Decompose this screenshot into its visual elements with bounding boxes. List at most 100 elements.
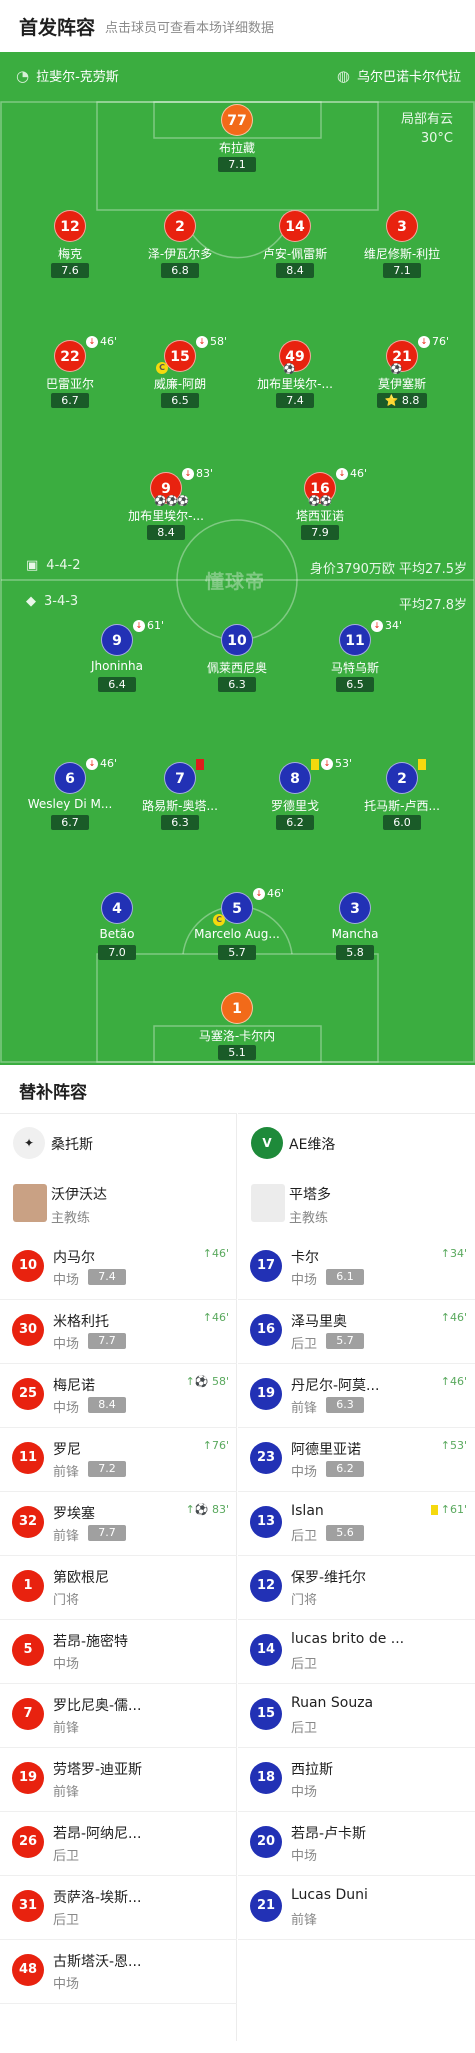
player-number: 10: [221, 624, 253, 656]
sub-player-row[interactable]: 20 若昂-卢卡斯 中场: [238, 1812, 475, 1876]
sub-player-rating: 7.2: [88, 1461, 126, 1477]
sub-player-name: 古斯塔沃-恩...: [53, 1954, 142, 1970]
sub-player-position: 前锋: [53, 1465, 80, 1480]
player-name: 加布里埃尔-...: [128, 509, 204, 523]
sub-in-minute: ↑46': [440, 1311, 467, 1324]
sub-player-name: 若昂-卢卡斯: [291, 1826, 367, 1842]
sub-player-name: 阿德里亚诺: [291, 1442, 361, 1458]
player-marker[interactable]: 16 塔西亚诺 7.9 ↓ 46' ⚽⚽: [250, 467, 390, 562]
sub-player-row[interactable]: 30 米格利托 中场 7.7 ↑46': [0, 1300, 237, 1364]
sub-player-position: 中场: [53, 1337, 80, 1352]
player-marker[interactable]: 1 马塞洛-卡尔内 5.1: [167, 992, 307, 1065]
sub-player-position: 门将: [53, 1593, 80, 1608]
subs-title: 替补阵容: [19, 1083, 87, 1103]
player-marker[interactable]: 77 布拉藏 7.1: [167, 104, 307, 194]
home-team-row[interactable]: ✦ 桑托斯: [0, 1114, 237, 1172]
sub-player-row[interactable]: 32 罗埃塞 前锋 7.7 ↑⚽ 83': [0, 1492, 237, 1556]
player-rating: 7.9: [301, 525, 339, 540]
captain-icon: C: [213, 914, 225, 926]
sub-player-row[interactable]: 18 西拉斯 中场: [238, 1748, 475, 1812]
sub-player-number: 18: [250, 1762, 282, 1794]
sub-player-row[interactable]: 12 保罗-维托尔 门将: [238, 1556, 475, 1620]
substitution-marker: ↓ 46': [336, 467, 367, 480]
home-formation-text: 4-4-2: [46, 558, 81, 573]
player-number: 77: [221, 104, 253, 136]
sub-arrow-icon: ↓: [418, 336, 430, 348]
away-team-name: 乌尔巴诺卡尔代拉: [356, 70, 461, 85]
sub-player-row[interactable]: 1 第欧根尼 门将: [0, 1556, 237, 1620]
player-rating: 7.6: [51, 263, 89, 278]
player-number: 2: [164, 210, 196, 242]
away-team-row[interactable]: V AE维洛: [238, 1114, 475, 1172]
sub-arrow-icon: ↓: [371, 620, 383, 632]
player-name: 布拉藏: [218, 141, 255, 155]
player-marker[interactable]: 9 Jhoninha 6.4 ↓ 61': [47, 619, 187, 714]
player-marker[interactable]: 21 莫伊塞斯 ⭐ 8.8 ↓ 76' ⚽: [332, 335, 472, 430]
player-marker[interactable]: 3 Mancha 5.8: [285, 892, 425, 982]
watermark-logo: 懂球帝: [205, 571, 266, 593]
sub-player-name: 西拉斯: [291, 1762, 333, 1778]
player-marker[interactable]: 3 维尼修斯-利拉 7.1: [332, 210, 472, 300]
player-rating: 5.1: [218, 1045, 256, 1060]
sub-player-row[interactable]: 5 若昂-施密特 中场: [0, 1620, 237, 1684]
sub-player-row[interactable]: 15 Ruan Souza 后卫: [238, 1684, 475, 1748]
home-coach[interactable]: 沃伊沃达 主教练: [0, 1176, 237, 1236]
away-subs-column: V AE维洛 平塔多 主教练 17 卡尔 中场 6.1 ↑34' 16 泽马里奥 后卫 5.7 ↑…: [238, 1113, 475, 2041]
sub-player-number: 17: [250, 1250, 282, 1282]
player-number: 5: [221, 892, 253, 924]
sub-player-name: 梅尼诺: [53, 1378, 95, 1394]
sub-in-minute: ↑53': [440, 1439, 467, 1452]
sub-player-row[interactable]: 26 若昂-阿纳尼... 后卫: [0, 1812, 237, 1876]
player-number: 15: [164, 340, 196, 372]
sub-in-minute: ↑46': [440, 1375, 467, 1388]
sub-player-row[interactable]: 19 丹尼尔-阿莫... 前锋 6.3 ↑46': [238, 1364, 475, 1428]
sub-player-row[interactable]: 7 罗比尼奥-儒... 前锋: [0, 1684, 237, 1748]
sub-player-row[interactable]: 10 内马尔 中场 7.4 ↑46': [0, 1236, 237, 1300]
home-team-name: 拉斐尔-克劳斯: [36, 70, 119, 85]
player-marker[interactable]: 4 Betão 7.0: [47, 892, 187, 982]
sub-player-row[interactable]: 25 梅尼诺 中场 8.4 ↑⚽ 58': [0, 1364, 237, 1428]
player-rating: 6.5: [161, 393, 199, 408]
sub-player-position: 中场: [53, 1273, 80, 1288]
sub-arrow-icon: ↓: [86, 336, 98, 348]
sub-event: ↑53': [441, 1439, 467, 1452]
sub-player-row[interactable]: 11 罗尼 前锋 7.2 ↑76': [0, 1428, 237, 1492]
sub-player-row[interactable]: 19 劳塔罗-迪亚斯 前锋: [0, 1748, 237, 1812]
sub-event: ↑34': [441, 1247, 467, 1260]
sub-player-row[interactable]: 16 泽马里奥 后卫 5.7 ↑46': [238, 1300, 475, 1364]
player-rating: 5.8: [336, 945, 374, 960]
sub-in-minute: ↑⚽ 83': [185, 1503, 229, 1516]
sub-player-position: 后卫: [291, 1337, 318, 1352]
sub-player-rating: 8.4: [88, 1397, 126, 1413]
sub-player-number: 14: [250, 1634, 282, 1666]
player-rating: 6.0: [383, 815, 421, 830]
sub-player-row[interactable]: 31 贡萨洛-埃斯... 后卫: [0, 1876, 237, 1940]
sub-player-position: 前锋: [291, 1401, 318, 1416]
sub-player-row[interactable]: 21 Lucas Duni 前锋: [238, 1876, 475, 1940]
sub-player-number: 30: [12, 1314, 44, 1346]
card-marker: [418, 757, 428, 770]
sub-player-row[interactable]: 17 卡尔 中场 6.1 ↑34': [238, 1236, 475, 1300]
sub-player-number: 23: [250, 1442, 282, 1474]
player-marker[interactable]: 11 马特乌斯 6.5 ↓ 34': [285, 619, 425, 714]
player-number: 3: [339, 892, 371, 924]
sub-player-name: lucas brito de ...: [291, 1631, 405, 1647]
sub-player-row[interactable]: 13 Islan 后卫 5.6 ↑61': [238, 1492, 475, 1556]
away-coach[interactable]: 平塔多 主教练: [238, 1176, 475, 1236]
sub-player-rating: 6.3: [326, 1397, 364, 1413]
sub-minute: 61': [147, 619, 165, 632]
sub-player-row[interactable]: 48 古斯塔沃-恩... 中场: [0, 1940, 237, 2004]
sub-player-name: 泽马里奥: [291, 1314, 347, 1330]
substitution-marker: ↓ 46': [253, 887, 284, 900]
player-number: 6: [54, 762, 86, 794]
player-number: 7: [164, 762, 196, 794]
sub-player-row[interactable]: 14 lucas brito de ... 后卫: [238, 1620, 475, 1684]
away-formation: ◆ 3-4-3: [26, 594, 78, 609]
sub-player-row[interactable]: 23 阿德里亚诺 中场 6.2 ↑53': [238, 1428, 475, 1492]
player-marker[interactable]: 9 加布里埃尔-... 8.4 ↓ 83' ⚽⚽⚽: [96, 467, 236, 562]
player-marker[interactable]: 2 托马斯-卢西... 6.0: [332, 758, 472, 852]
sub-minute: 46': [350, 467, 368, 480]
sub-player-position: 后卫: [291, 1657, 318, 1672]
home-team-label: ◔ 拉斐尔-克劳斯: [16, 66, 119, 86]
player-name: Betão: [99, 927, 135, 941]
